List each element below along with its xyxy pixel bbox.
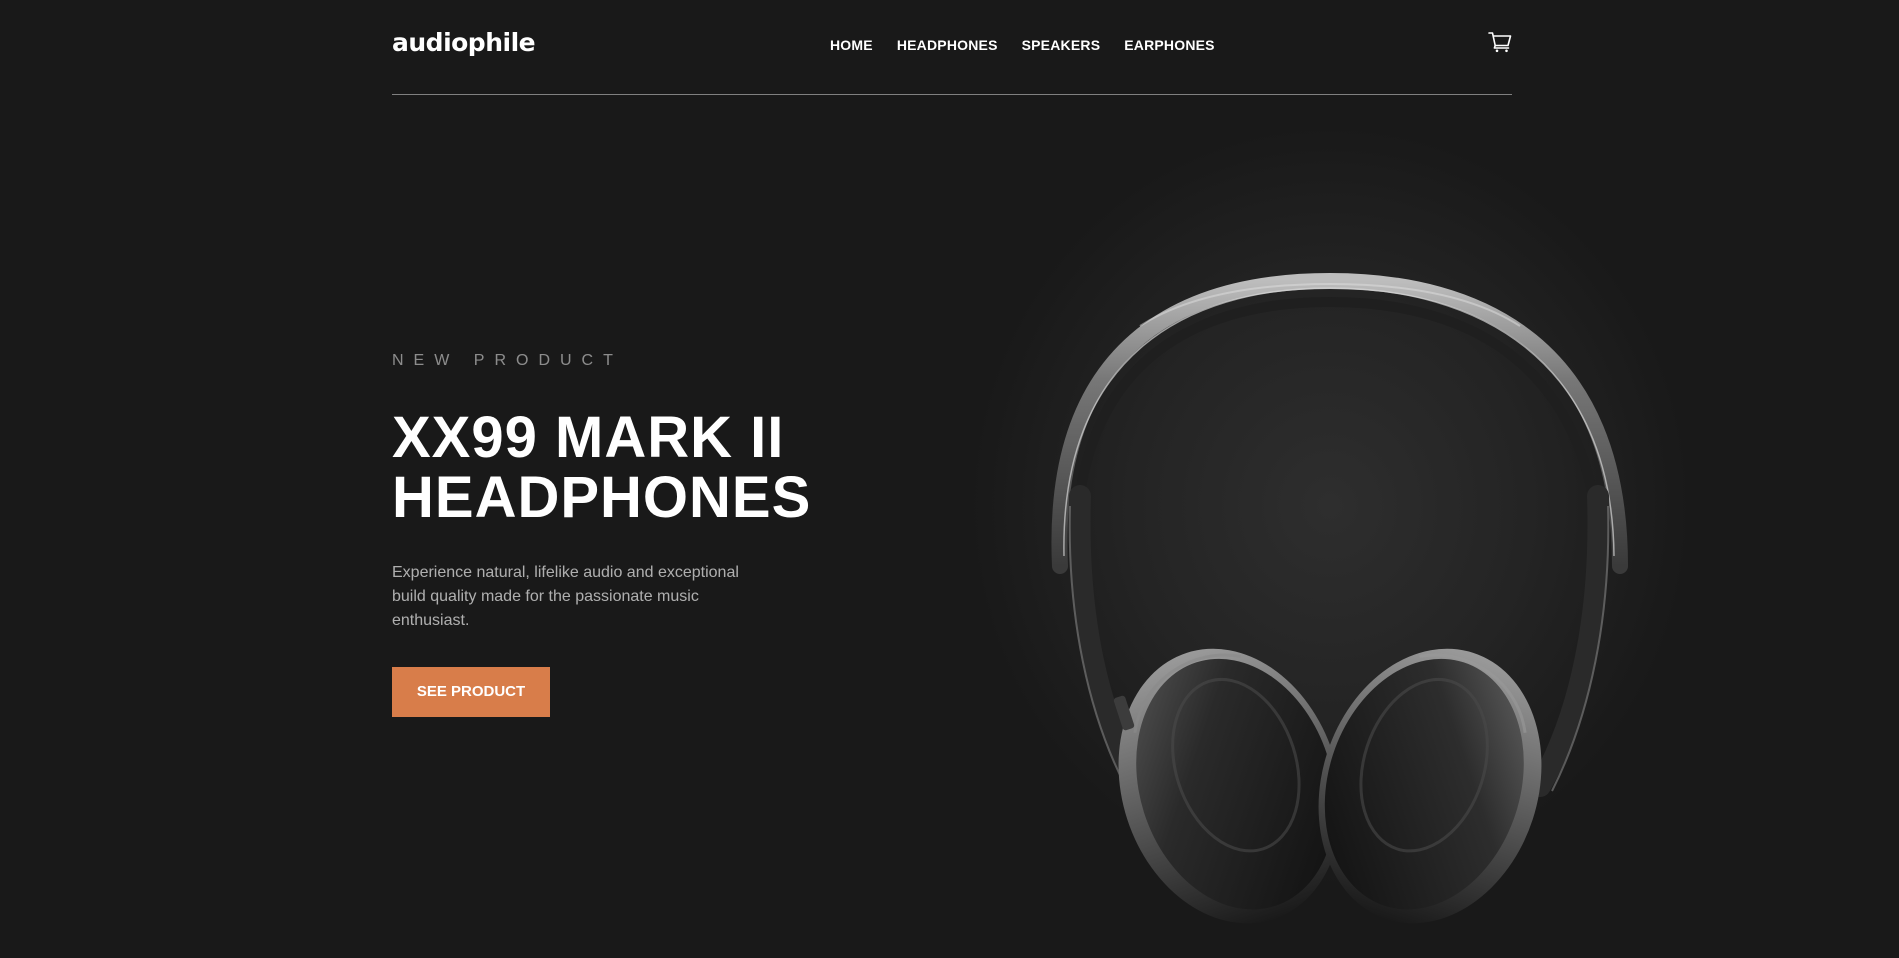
logo[interactable]: audiophile bbox=[392, 28, 536, 57]
hero-title-line-1: XX99 MARK II bbox=[392, 405, 785, 470]
hero-title: XX99 MARK II HEADPHONES bbox=[392, 408, 852, 528]
nav-headphones[interactable]: HEADPHONES bbox=[897, 37, 998, 53]
hero-description: Experience natural, lifelike audio and e… bbox=[392, 564, 739, 629]
headphones-image bbox=[930, 96, 1730, 958]
main-nav: HOME HEADPHONES SPEAKERS EARPHONES bbox=[830, 37, 1215, 53]
hero-content: NEW PRODUCT XX99 MARK II HEADPHONES Expe… bbox=[392, 352, 852, 717]
site-header: audiophile HOME HEADPHONES SPEAKERS EARP… bbox=[392, 0, 1512, 95]
nav-home[interactable]: HOME bbox=[830, 37, 873, 53]
hero-overline: NEW PRODUCT bbox=[392, 352, 623, 369]
hero-title-line-2: HEADPHONES bbox=[392, 465, 812, 530]
nav-earphones[interactable]: EARPHONES bbox=[1124, 37, 1214, 53]
page: audiophile HOME HEADPHONES SPEAKERS EARP… bbox=[0, 0, 1899, 958]
see-product-button[interactable]: SEE PRODUCT bbox=[392, 667, 550, 717]
nav-speakers[interactable]: SPEAKERS bbox=[1022, 37, 1101, 53]
cart-icon[interactable] bbox=[1488, 31, 1512, 53]
